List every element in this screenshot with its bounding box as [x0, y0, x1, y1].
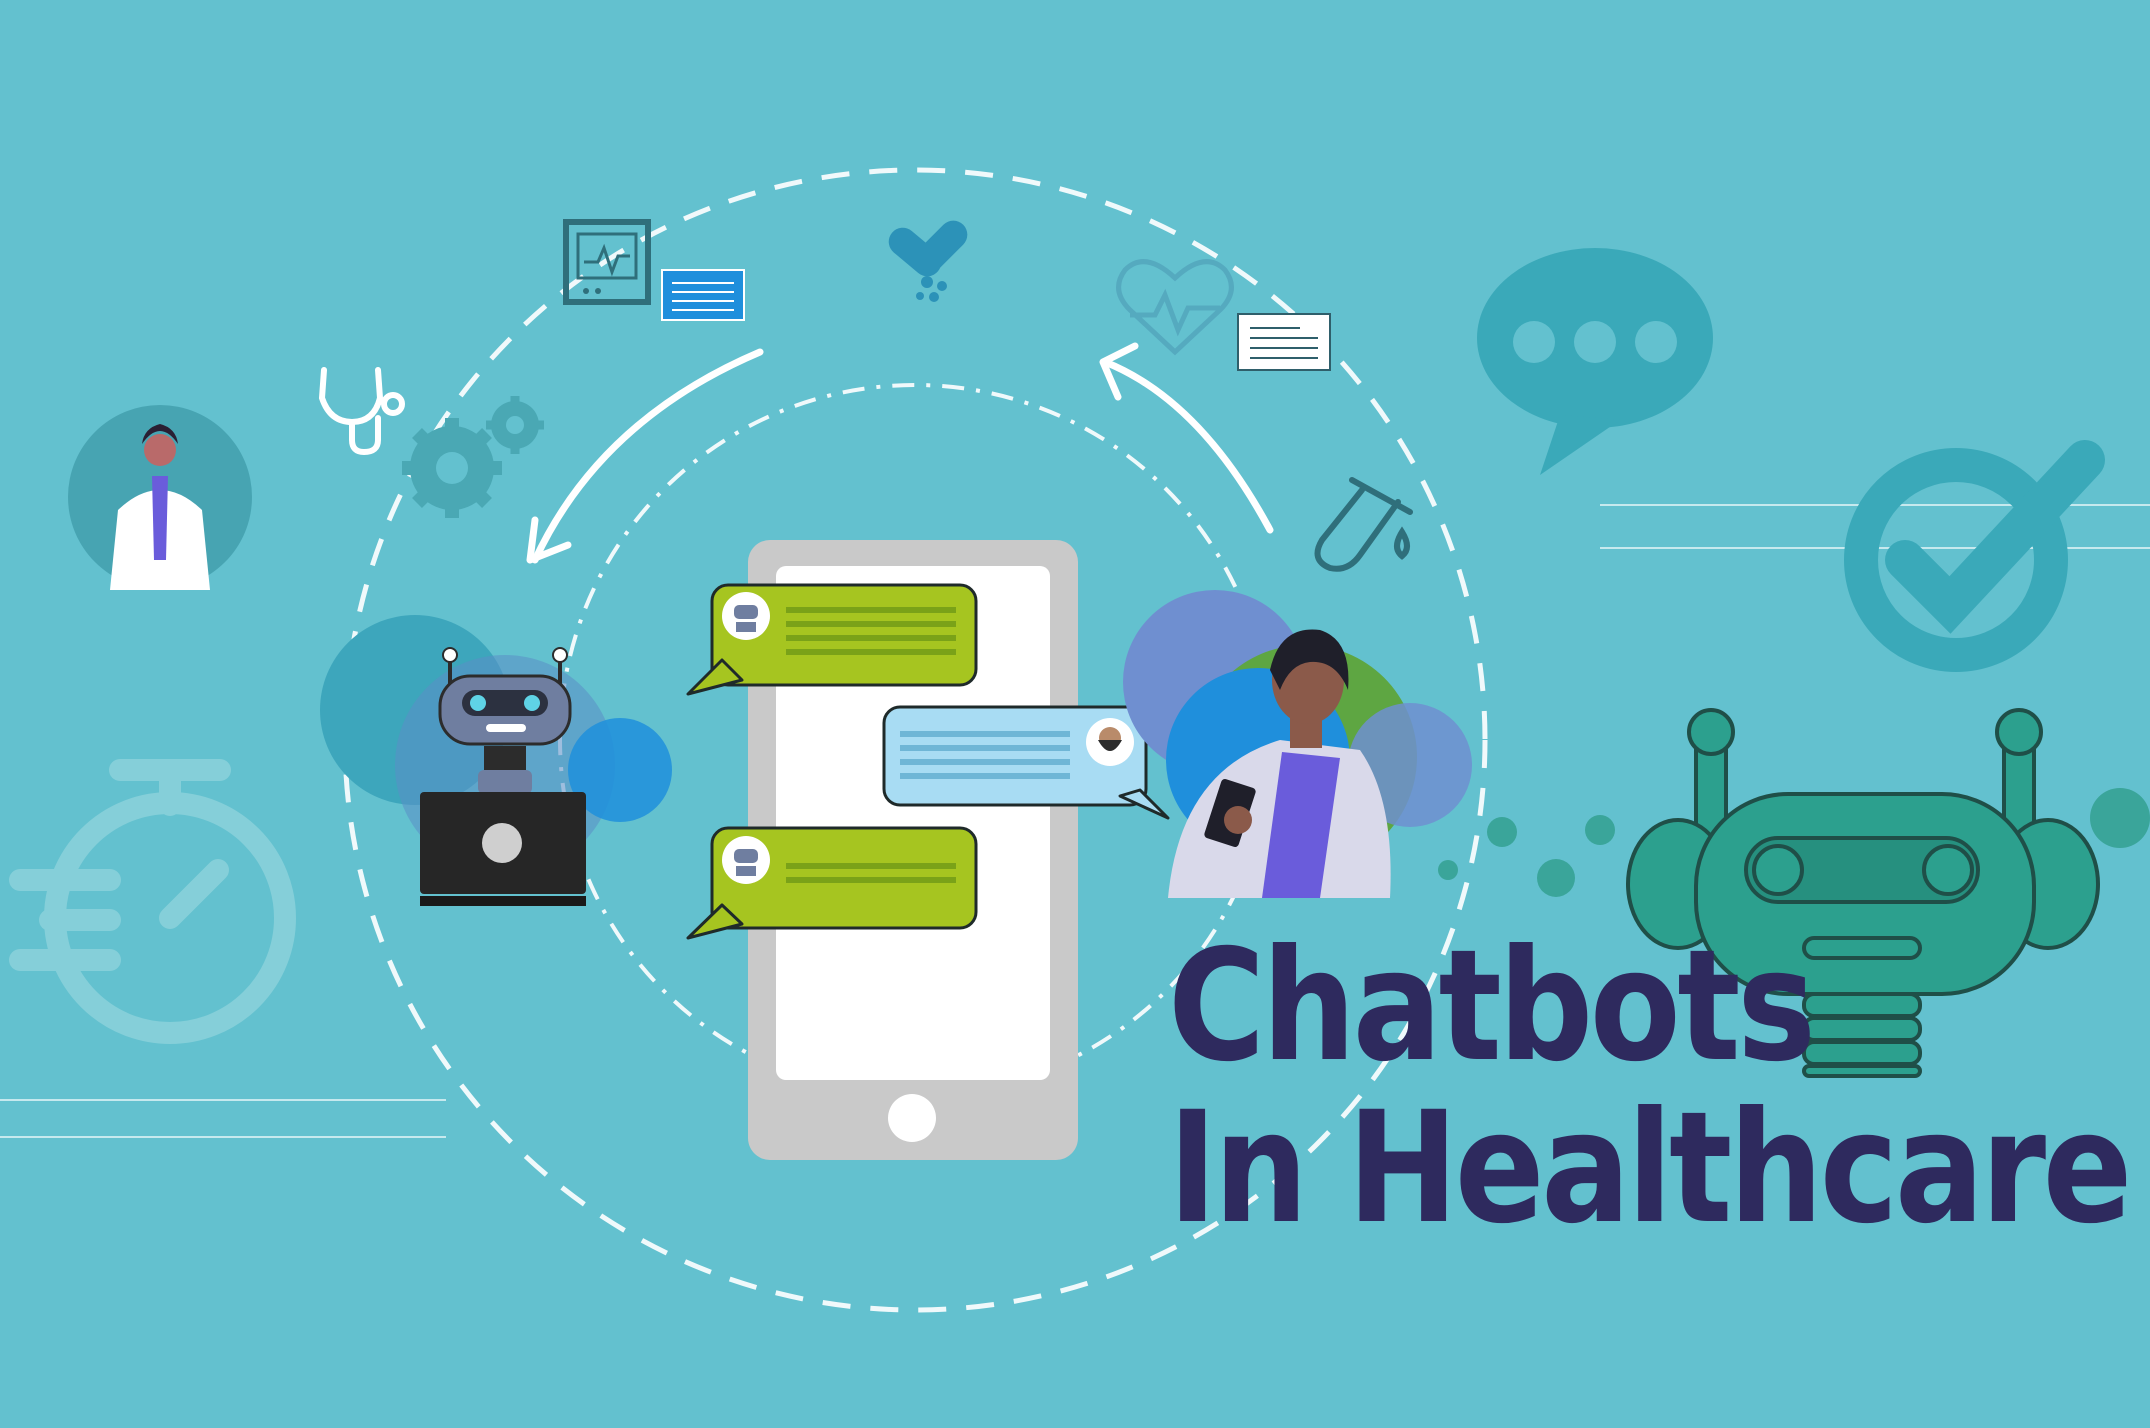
pills-icon [888, 220, 968, 302]
doctor-avatar-icon [68, 405, 252, 590]
heart-rate-icon [1116, 259, 1234, 356]
cycle-arrows [526, 342, 1274, 564]
title-line-2: In Healthcare [1168, 1079, 2132, 1258]
stethoscope-icon [318, 367, 405, 456]
test-tube-icon [1314, 477, 1413, 572]
document-icon [661, 269, 745, 321]
speech-bubble-icon [1477, 248, 1713, 475]
title-line-1: Chatbots [1168, 917, 1816, 1096]
stopwatch-icon [9, 759, 296, 1044]
checkmark-icon [1844, 440, 2105, 672]
patient-icon [1123, 590, 1472, 898]
user-message [882, 705, 1170, 820]
prescription-icon [1237, 313, 1331, 371]
gears-icon [402, 396, 544, 518]
bot-message-1 [686, 583, 978, 696]
robot-laptop-icon [320, 615, 672, 906]
bot-message-2 [686, 826, 978, 940]
